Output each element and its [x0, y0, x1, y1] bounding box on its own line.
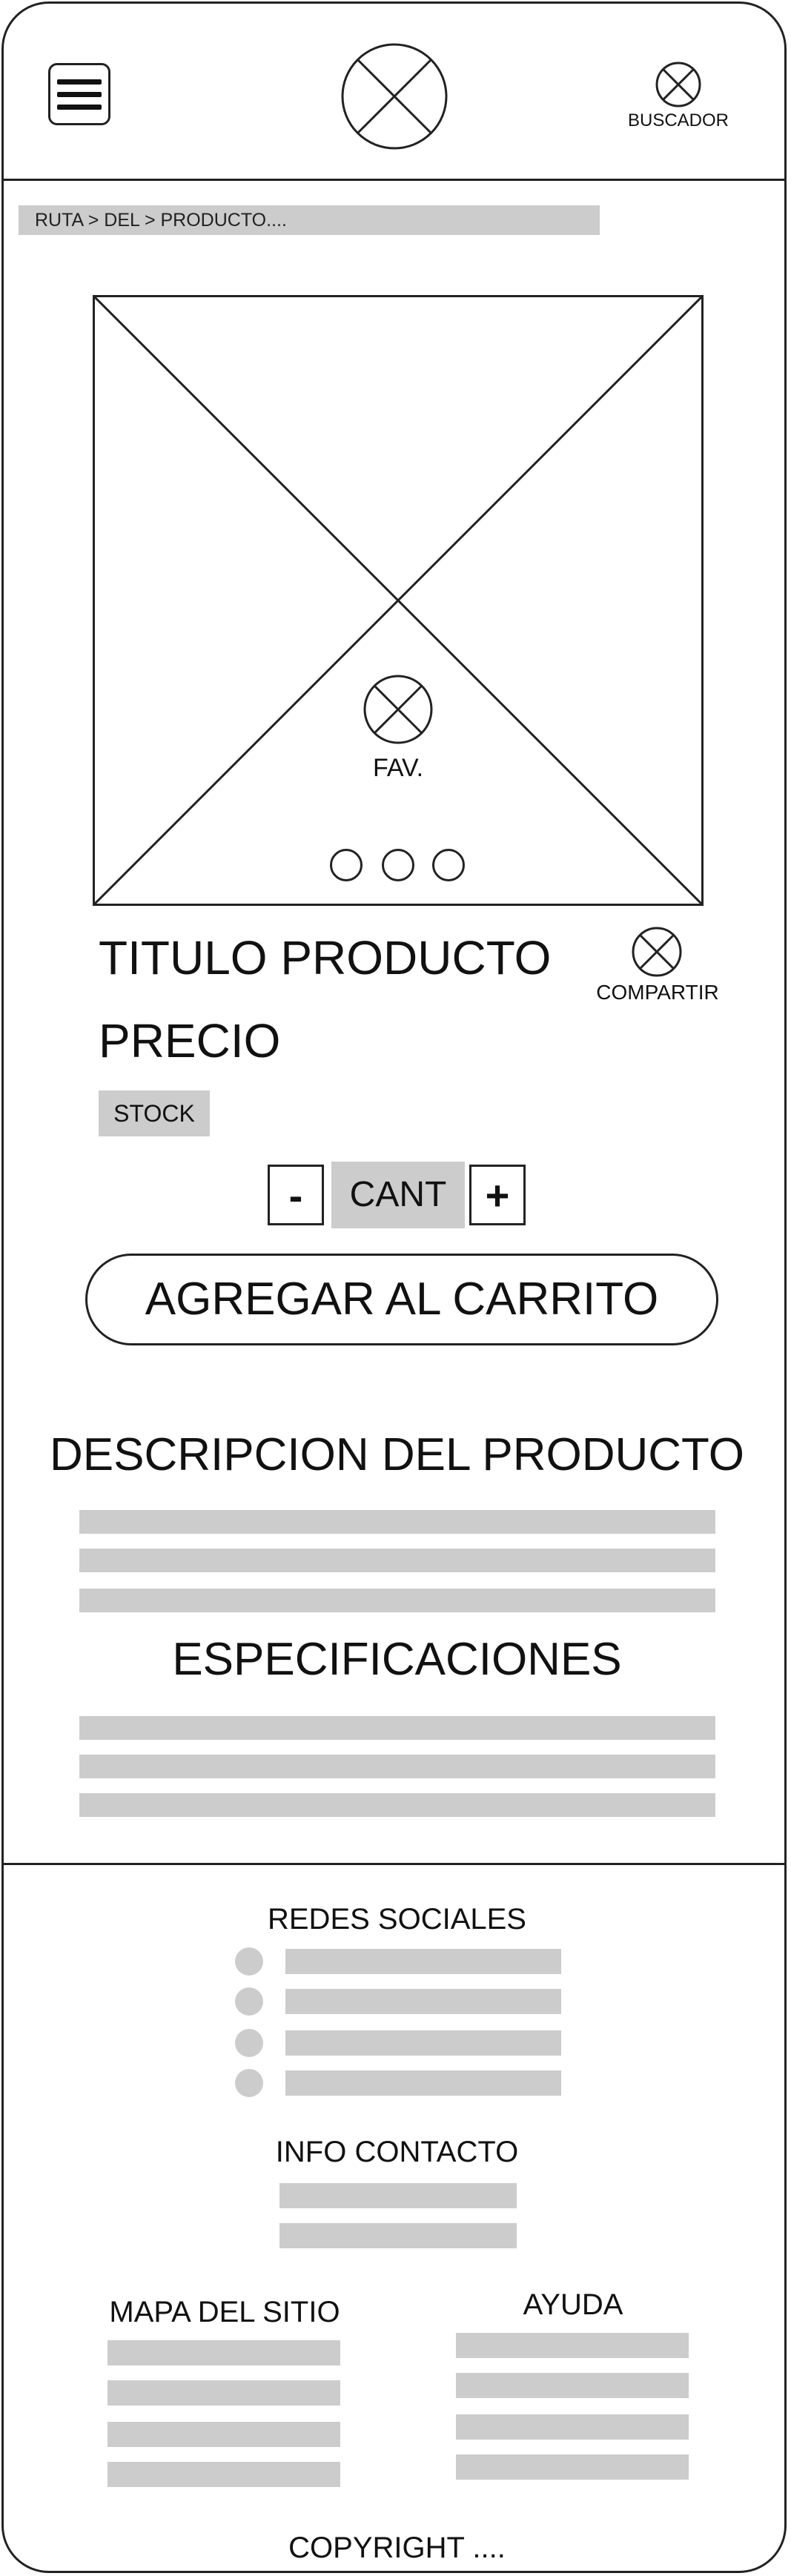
favorite-icon[interactable] [363, 674, 434, 745]
contact-line-2 [279, 2223, 517, 2248]
sitemap-heading: MAPA DEL SITIO [109, 2296, 340, 2328]
description-line-3 [79, 1589, 715, 1612]
mobile-frame: BUSCADOR RUTA > DEL > PRODUCTO.... FAV. … [1, 1, 787, 2573]
search-icon[interactable] [655, 61, 702, 108]
stock-badge: STOCK [99, 1090, 210, 1136]
add-to-cart-button[interactable]: AGREGAR AL CARRITO [85, 1254, 718, 1345]
header-divider [4, 179, 784, 181]
breadcrumb[interactable]: RUTA > DEL > PRODUCTO.... [19, 205, 600, 235]
social-link-line[interactable] [285, 2070, 561, 2096]
social-icon[interactable] [235, 1987, 263, 2016]
share-icon[interactable] [631, 926, 683, 978]
product-title: TITULO PRODUCTO [99, 931, 552, 984]
carousel-dot-3[interactable] [432, 849, 465, 881]
specifications-heading: ESPECIFICACIONES [172, 1634, 622, 1685]
social-icon[interactable] [235, 1947, 263, 1976]
description-line-2 [79, 1549, 715, 1572]
carousel-dot-2[interactable] [382, 849, 414, 881]
footer-divider [4, 1863, 784, 1865]
product-image[interactable] [91, 294, 705, 910]
sitemap-link-line[interactable] [107, 2462, 340, 2487]
help-heading: AYUDA [523, 2288, 623, 2321]
description-heading: DESCRIPCION DEL PRODUCTO [49, 1429, 745, 1480]
social-link-line[interactable] [285, 1989, 561, 2014]
contact-line-1 [279, 2183, 517, 2208]
social-heading: REDES SOCIALES [267, 1903, 526, 1936]
logo-placeholder-icon[interactable] [340, 42, 449, 150]
sitemap-link-line[interactable] [107, 2380, 340, 2406]
share-label[interactable]: COMPARTIR [589, 981, 726, 1004]
sitemap-link-line[interactable] [107, 2340, 340, 2365]
specifications-line-1 [79, 1716, 715, 1740]
search-label[interactable]: BUSCADOR [619, 110, 738, 131]
help-link-line[interactable] [456, 2454, 689, 2480]
specifications-line-2 [79, 1755, 715, 1778]
sitemap-link-line[interactable] [107, 2422, 340, 2447]
hamburger-menu-icon[interactable] [48, 63, 110, 125]
quantity-increase-button[interactable]: + [469, 1165, 526, 1225]
help-link-line[interactable] [456, 2333, 689, 2358]
favorite-label: FAV. [372, 754, 424, 782]
social-link-line[interactable] [285, 1949, 561, 1974]
contact-heading: INFO CONTACTO [275, 2136, 519, 2168]
social-icon[interactable] [235, 2029, 263, 2057]
product-price: PRECIO [99, 1014, 281, 1067]
help-link-line[interactable] [456, 2373, 689, 2398]
specifications-line-3 [79, 1793, 715, 1817]
carousel-dot-1[interactable] [330, 849, 363, 881]
social-icon[interactable] [235, 2069, 263, 2097]
copyright: COPYRIGHT .... [288, 2532, 506, 2564]
quantity-decrease-button[interactable]: - [268, 1165, 324, 1225]
description-line-1 [79, 1510, 715, 1534]
help-link-line[interactable] [456, 2414, 689, 2440]
social-link-line[interactable] [285, 2030, 561, 2056]
quantity-field[interactable]: CANT [331, 1162, 465, 1228]
